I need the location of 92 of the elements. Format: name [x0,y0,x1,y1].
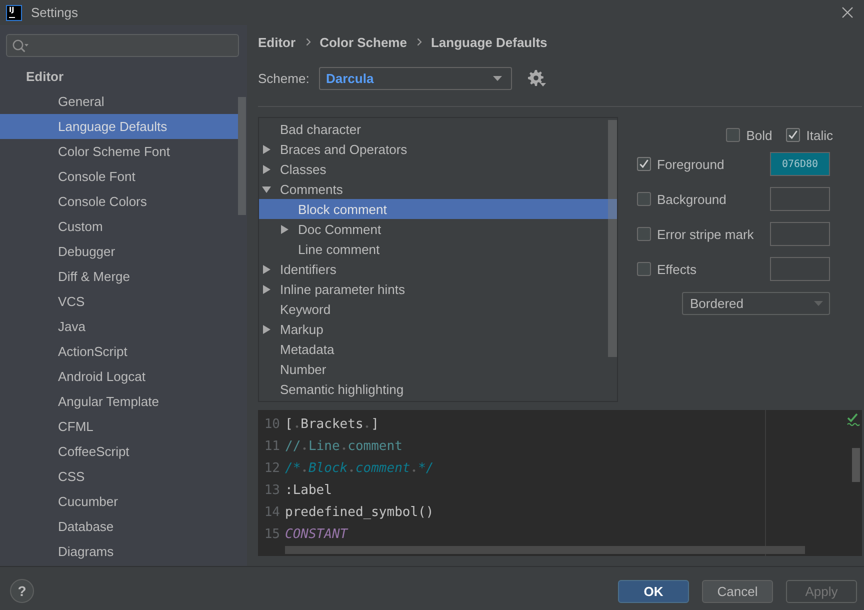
scrollbar-thumb[interactable] [238,97,246,215]
tree-item[interactable]: Semantic highlighting [259,379,617,399]
color-swatch[interactable] [770,222,830,246]
checkbox[interactable] [637,227,651,241]
sidebar-item[interactable]: Android Logcat [0,364,238,389]
search-icon [12,38,29,52]
checkbox[interactable] [786,128,800,142]
tree-item[interactable]: Bad character [259,119,617,139]
tree-item[interactable]: Number [259,359,617,379]
sidebar-item[interactable]: Color Scheme Font [0,139,238,164]
sidebar-item[interactable]: Angular Template [0,389,238,414]
sidebar-item[interactable]: Diagrams [0,539,238,564]
breadcrumb-item: Color Scheme [320,34,407,50]
tree-item[interactable]: Classes [259,159,617,179]
tree-item[interactable]: Comments [259,179,617,199]
breadcrumb-item: Editor [258,34,296,50]
code-line: predefined_symbol() [285,504,434,520]
tree-item[interactable]: Doc Comment [259,219,617,239]
line-number: 11 [263,438,280,454]
sidebar-item[interactable]: Console Colors [0,189,238,214]
checkbox-label: Effects [657,262,697,276]
sidebar-item[interactable]: Console Font [0,164,238,189]
color-swatch[interactable]: 076D80 [770,152,830,176]
close-icon[interactable] [842,7,853,18]
caret-right-icon[interactable] [262,164,271,174]
caret-down-icon [493,76,502,81]
caret-right-icon[interactable] [262,284,271,294]
caret-down-icon[interactable] [262,184,271,194]
help-button[interactable]: ? [10,579,34,603]
checkbox-label: Error stripe mark [657,226,754,242]
scrollbar-thumb[interactable] [285,546,805,554]
sidebar-category[interactable]: Editor [0,64,238,89]
tree-item[interactable]: Markup [259,319,617,339]
line-number: 14 [263,504,280,520]
tree-item[interactable]: Line comment [259,239,617,259]
caret-right-icon[interactable] [262,324,271,334]
tree-item[interactable]: Keyword [259,299,617,319]
code-line: :Label [285,482,332,498]
sidebar-item[interactable]: ActionScript [0,339,238,364]
checkbox[interactable] [637,157,651,171]
sidebar-item[interactable]: Cucumber [0,489,238,514]
line-number: 13 [263,482,280,498]
search-field[interactable] [6,34,239,57]
sidebar-item[interactable]: Custom [0,214,238,239]
tree-item[interactable]: Braces and Operators [259,139,617,159]
line-number: 15 [263,526,280,542]
tree-item[interactable]: Identifiers [259,259,617,279]
code-line: CONSTANT [285,526,348,542]
caret-right-icon[interactable] [262,264,271,274]
sidebar-item[interactable]: CoffeeScript [0,439,238,464]
settings-icon[interactable] [528,70,546,87]
tree-item[interactable]: Metadata [259,339,617,359]
scrollbar-thumb[interactable] [608,120,617,357]
window-title: Settings [31,5,78,20]
effect-dropdown[interactable]: Bordered [682,292,830,315]
checkbox-label: Italic [806,128,833,142]
caret-right-icon[interactable] [262,144,271,154]
breadcrumb-item: Language Defaults [430,34,548,50]
code-line: /* Block comment */ [285,460,434,476]
checkbox-label: Bold [746,128,772,142]
code-line: [ Brackets ] [285,416,379,432]
scheme-dropdown[interactable]: Darcula [319,67,512,90]
checkbox[interactable] [726,128,740,142]
caret-right-icon[interactable] [280,224,289,234]
sidebar-item[interactable]: Diff & Merge [0,264,238,289]
sidebar-item[interactable]: Database [0,514,238,539]
tree-item[interactable]: Inline parameter hints [259,279,617,299]
checkbox[interactable] [637,262,651,276]
sidebar-item[interactable]: Java [0,314,238,339]
chevron-right-icon [416,38,422,46]
caret-down-icon [814,301,823,306]
sidebar-item[interactable]: CFML [0,414,238,439]
field-label: Scheme: [258,71,310,86]
dialog-button[interactable]: OK [618,580,689,602]
color-swatch[interactable] [770,187,830,211]
dialog-button[interactable]: Cancel [702,580,773,602]
sidebar-item[interactable]: CSS [0,464,238,489]
chevron-right-icon [306,38,311,46]
sidebar-item[interactable]: General [0,89,238,114]
tree-item[interactable]: Block comment [259,199,617,219]
line-number: 12 [263,460,280,476]
scrollbar-thumb[interactable] [852,448,860,482]
checkbox-label: Foreground [657,156,724,172]
sidebar-item[interactable]: Debugger [0,239,238,264]
line-number: 10 [263,416,280,432]
color-swatch[interactable] [770,257,830,281]
checkbox[interactable] [637,192,651,206]
sidebar-item[interactable]: Language Defaults [0,114,238,139]
code-line: // Line comment [285,438,402,454]
sidebar-item[interactable]: VCS [0,289,238,314]
check-icon [847,413,860,426]
checkbox-label: Background [657,192,726,206]
